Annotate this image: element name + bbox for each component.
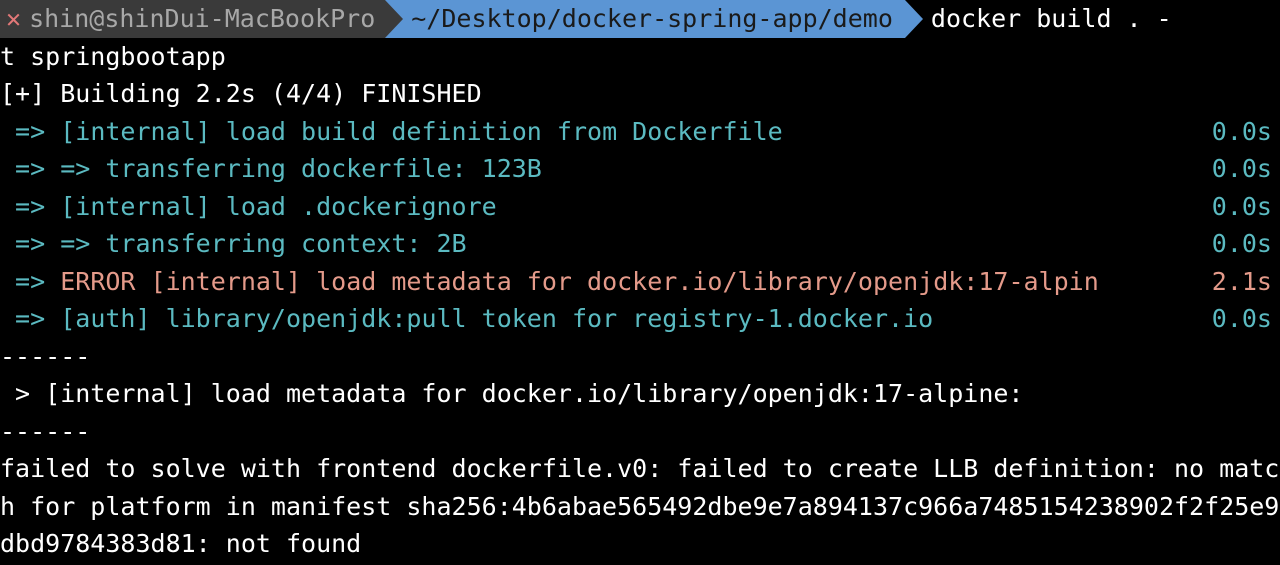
- divider-bottom: ------: [0, 413, 1280, 451]
- step-arrow: => =>: [0, 154, 105, 183]
- build-step: => => transferring dockerfile: 123B 0.0s: [0, 150, 1280, 188]
- step-arrow: =>: [0, 117, 60, 146]
- step-time: 0.0s: [1212, 188, 1280, 226]
- build-step: => => transferring context: 2B 0.0s: [0, 225, 1280, 263]
- user-host: shin@shinDui-MacBookPro: [29, 0, 375, 38]
- build-step: => [internal] load .dockerignore 0.0s: [0, 188, 1280, 226]
- step-arrow: => =>: [0, 229, 105, 258]
- step-arrow: =>: [0, 267, 60, 296]
- error-message: failed to solve with frontend dockerfile…: [0, 450, 1280, 563]
- step-description: transferring context: 2B: [105, 229, 466, 258]
- divider-top: ------: [0, 338, 1280, 376]
- step-description: transferring dockerfile: 123B: [105, 154, 542, 183]
- close-icon: ✕: [6, 0, 21, 38]
- step-description: [auth] library/openjdk:pull token for re…: [60, 304, 933, 333]
- prompt-user-segment: ✕ shin@shinDui-MacBookPro: [0, 0, 385, 38]
- step-time: 0.0s: [1212, 300, 1280, 338]
- build-steps: => [internal] load build definition from…: [0, 113, 1280, 338]
- build-header: [+] Building 2.2s (4/4) FINISHED: [0, 75, 1280, 113]
- step-time: 0.0s: [1212, 113, 1280, 151]
- command-text-part1: docker build . -: [905, 0, 1172, 38]
- step-description: ERROR [internal] load metadata for docke…: [60, 267, 1099, 296]
- step-description: [internal] load build definition from Do…: [60, 117, 782, 146]
- step-time: 0.0s: [1212, 150, 1280, 188]
- step-time: 0.0s: [1212, 225, 1280, 263]
- command-text-part2: t springbootapp: [0, 38, 1280, 76]
- step-time: 2.1s: [1212, 263, 1280, 301]
- step-arrow: =>: [0, 304, 60, 333]
- build-step: => [auth] library/openjdk:pull token for…: [0, 300, 1280, 338]
- step-arrow: =>: [0, 192, 60, 221]
- prompt-line: ✕ shin@shinDui-MacBookPro ~/Desktop/dock…: [0, 0, 1280, 38]
- build-step: => ERROR [internal] load metadata for do…: [0, 263, 1280, 301]
- build-step: => [internal] load build definition from…: [0, 113, 1280, 151]
- step-description: [internal] load .dockerignore: [60, 192, 497, 221]
- prompt-path-segment: ~/Desktop/docker-spring-app/demo: [385, 0, 905, 38]
- terminal-window[interactable]: ✕ shin@shinDui-MacBookPro ~/Desktop/dock…: [0, 0, 1280, 565]
- working-directory: ~/Desktop/docker-spring-app/demo: [411, 0, 893, 38]
- error-detail-line: > [internal] load metadata for docker.io…: [0, 375, 1280, 413]
